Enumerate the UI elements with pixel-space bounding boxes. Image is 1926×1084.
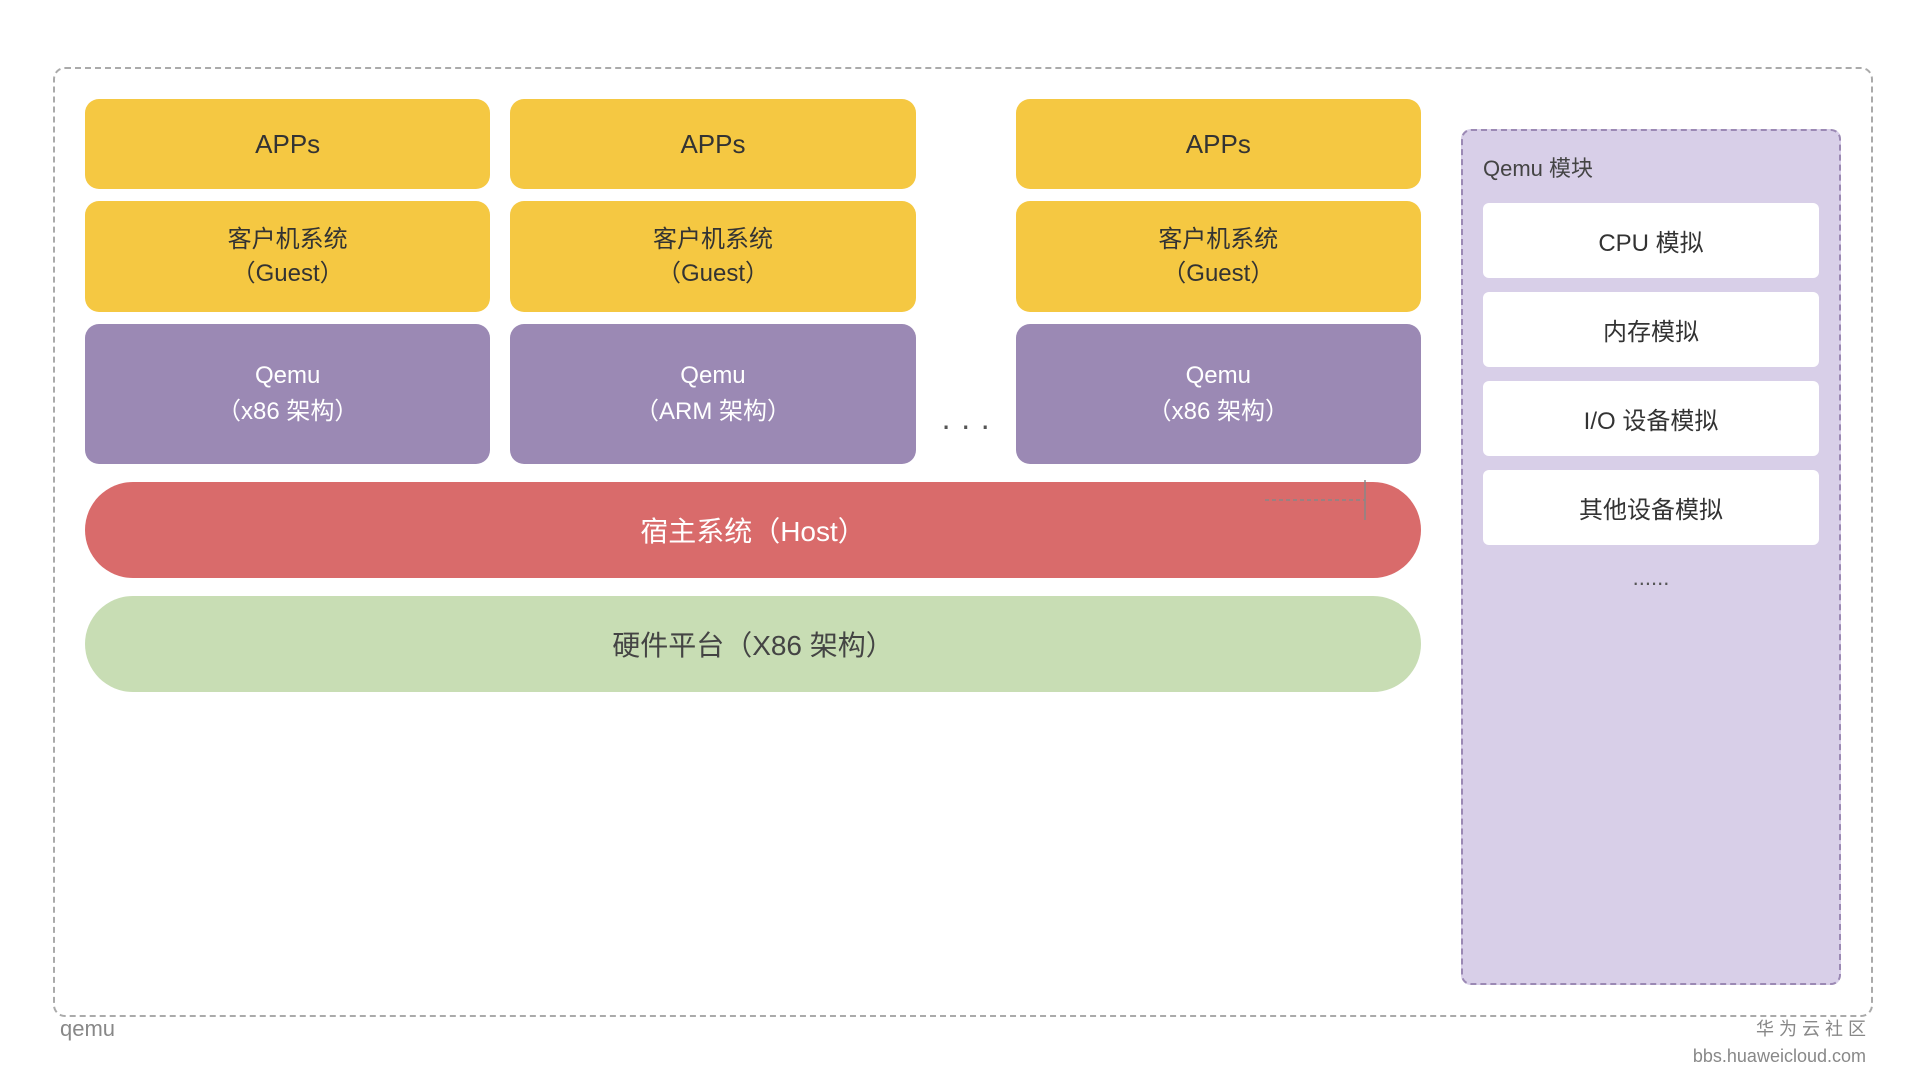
module-item-cpu: CPU 模拟	[1483, 203, 1819, 278]
left-section: APPs 客户机系统（Guest） Qemu（x86 架构） APPs 客户机系…	[85, 99, 1421, 985]
app-box-2: APPs	[510, 99, 915, 189]
qemu-module-title: Qemu 模块	[1483, 151, 1819, 183]
module-item-memory: 内存模拟	[1483, 292, 1819, 367]
qemu-module-box: Qemu 模块 CPU 模拟 内存模拟 I/O 设备模拟 其他设备模拟 ....…	[1461, 129, 1841, 985]
qemu-box-1: Qemu（x86 架构）	[85, 324, 490, 464]
main-diagram: APPs 客户机系统（Guest） Qemu（x86 架构） APPs 客户机系…	[53, 67, 1873, 1017]
guests-qemu-row: APPs 客户机系统（Guest） Qemu（x86 架构） APPs 客户机系…	[85, 99, 1421, 464]
guest-box-1: 客户机系统（Guest）	[85, 201, 490, 312]
app-box-3: APPs	[1016, 99, 1421, 189]
footer-left-label: qemu	[60, 1016, 115, 1070]
guest-col-1: APPs 客户机系统（Guest） Qemu（x86 架构）	[85, 99, 490, 464]
footer-brand: 华 为 云 社 区 bbs.huaweicloud.com	[1693, 1016, 1866, 1070]
module-item-other: 其他设备模拟	[1483, 470, 1819, 545]
app-box-1: APPs	[85, 99, 490, 189]
guest-col-3: APPs 客户机系统（Guest） Qemu（x86 架构）	[1016, 99, 1421, 464]
host-bar: 宿主系统（Host）	[85, 482, 1421, 578]
guest-box-2: 客户机系统（Guest）	[510, 201, 915, 312]
module-dots: ......	[1483, 559, 1819, 597]
hardware-bar: 硬件平台（X86 架构）	[85, 596, 1421, 692]
right-section: Qemu 模块 CPU 模拟 内存模拟 I/O 设备模拟 其他设备模拟 ....…	[1461, 99, 1841, 985]
footer-row: qemu 华 为 云 社 区 bbs.huaweicloud.com	[0, 1016, 1926, 1070]
qemu-box-3: Qemu（x86 架构）	[1016, 324, 1421, 464]
guest-box-3: 客户机系统（Guest）	[1016, 201, 1421, 312]
module-item-io: I/O 设备模拟	[1483, 381, 1819, 456]
guest-col-2: APPs 客户机系统（Guest） Qemu（ARM 架构）	[510, 99, 915, 464]
dots-separator: · · ·	[936, 407, 996, 464]
qemu-box-2: Qemu（ARM 架构）	[510, 324, 915, 464]
